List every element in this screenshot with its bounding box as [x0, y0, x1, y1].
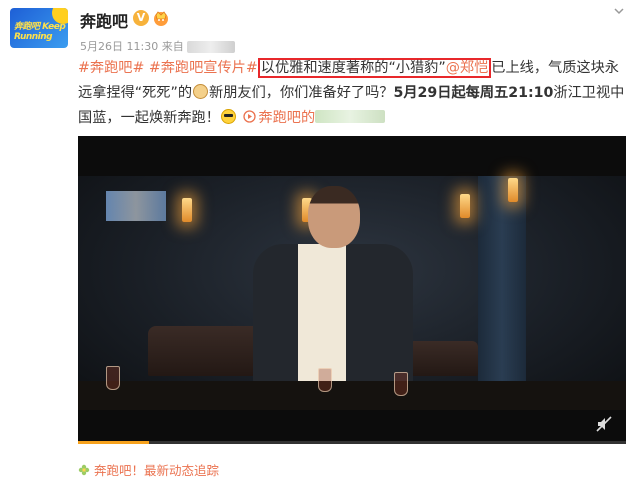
vip-crown-icon	[154, 11, 168, 26]
dog-emoji-icon	[193, 84, 209, 99]
wall-lamp	[460, 194, 470, 218]
blurred-link	[315, 110, 386, 123]
avatar-logo-text: 奔跑吧 Keep Running	[14, 22, 66, 42]
video-link-icon	[243, 110, 257, 123]
wall-lamp	[508, 178, 518, 202]
wine-glass	[318, 368, 332, 392]
highlight-box: 以优雅和速度著称的“小猎豹”@郑恺	[257, 58, 492, 78]
post-source-prefix: 来自	[161, 40, 184, 53]
blurred-watermark	[106, 191, 166, 221]
video-progress-bar[interactable]	[78, 441, 626, 444]
dining-table	[78, 381, 626, 410]
wine-glass	[106, 366, 120, 390]
wall-lamp	[182, 198, 192, 222]
hashtag-link[interactable]: #奔跑吧宣传片#	[149, 60, 258, 76]
flower-icon	[78, 464, 90, 476]
broadcast-time: 5月29日起每周五21:10	[393, 85, 554, 101]
author-name[interactable]: 奔跑吧	[80, 8, 128, 32]
mute-icon[interactable]	[596, 416, 612, 432]
avatar[interactable]: 奔跑吧 Keep Running	[10, 8, 68, 48]
content-text: 新朋友们，你们准备好了吗？	[209, 85, 394, 101]
video-progress-fill	[78, 441, 150, 444]
sofa	[408, 341, 478, 376]
man-head	[308, 186, 360, 248]
wine-glass	[394, 372, 408, 396]
video-player[interactable]	[78, 136, 626, 444]
mention-link[interactable]: @郑恺	[446, 60, 489, 76]
sunglasses-emoji-icon	[220, 109, 236, 124]
man-body	[253, 244, 413, 384]
post-content: #奔跑吧# #奔跑吧宣传片# 以优雅和速度著称的“小猎豹”@郑恺 已上线，气质这块永…	[78, 56, 626, 131]
hashtag-link[interactable]: #奔跑吧#	[78, 60, 144, 76]
chevron-down-icon[interactable]	[614, 6, 624, 16]
video-link[interactable]: 奔跑吧的	[258, 110, 315, 126]
video-frame	[78, 176, 626, 410]
post-date[interactable]: 5月26日 11:30	[80, 40, 158, 53]
highlight-text: 以优雅和速度著称的“小猎豹”	[260, 60, 446, 76]
blurred-source	[186, 41, 235, 53]
v-verified-icon: V	[133, 10, 149, 26]
post-meta: 5月26日 11:30 来自	[80, 38, 235, 54]
feed-link-label: 奔跑吧！最新动态追踪	[94, 463, 220, 478]
scene-pillar	[478, 176, 526, 410]
feed-link[interactable]: 奔跑吧！最新动态追踪	[78, 460, 219, 479]
